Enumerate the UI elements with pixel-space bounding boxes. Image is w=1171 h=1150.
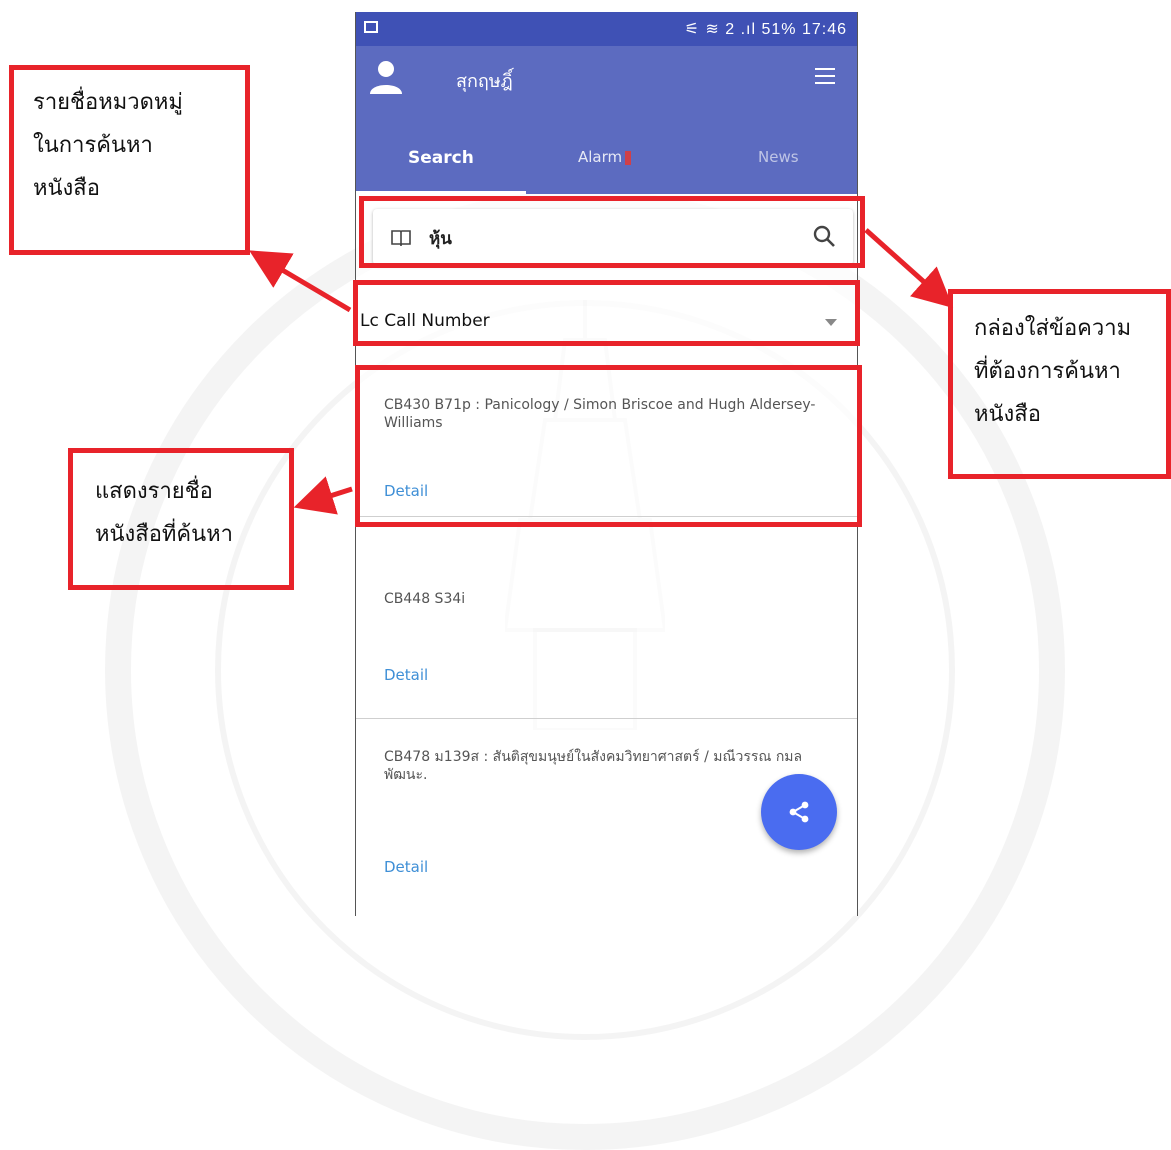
arrow-to-search-note xyxy=(864,228,954,309)
arrow-to-results-note xyxy=(293,476,353,515)
arrow-to-category-note xyxy=(249,250,352,313)
annotation-arrows xyxy=(249,228,954,515)
